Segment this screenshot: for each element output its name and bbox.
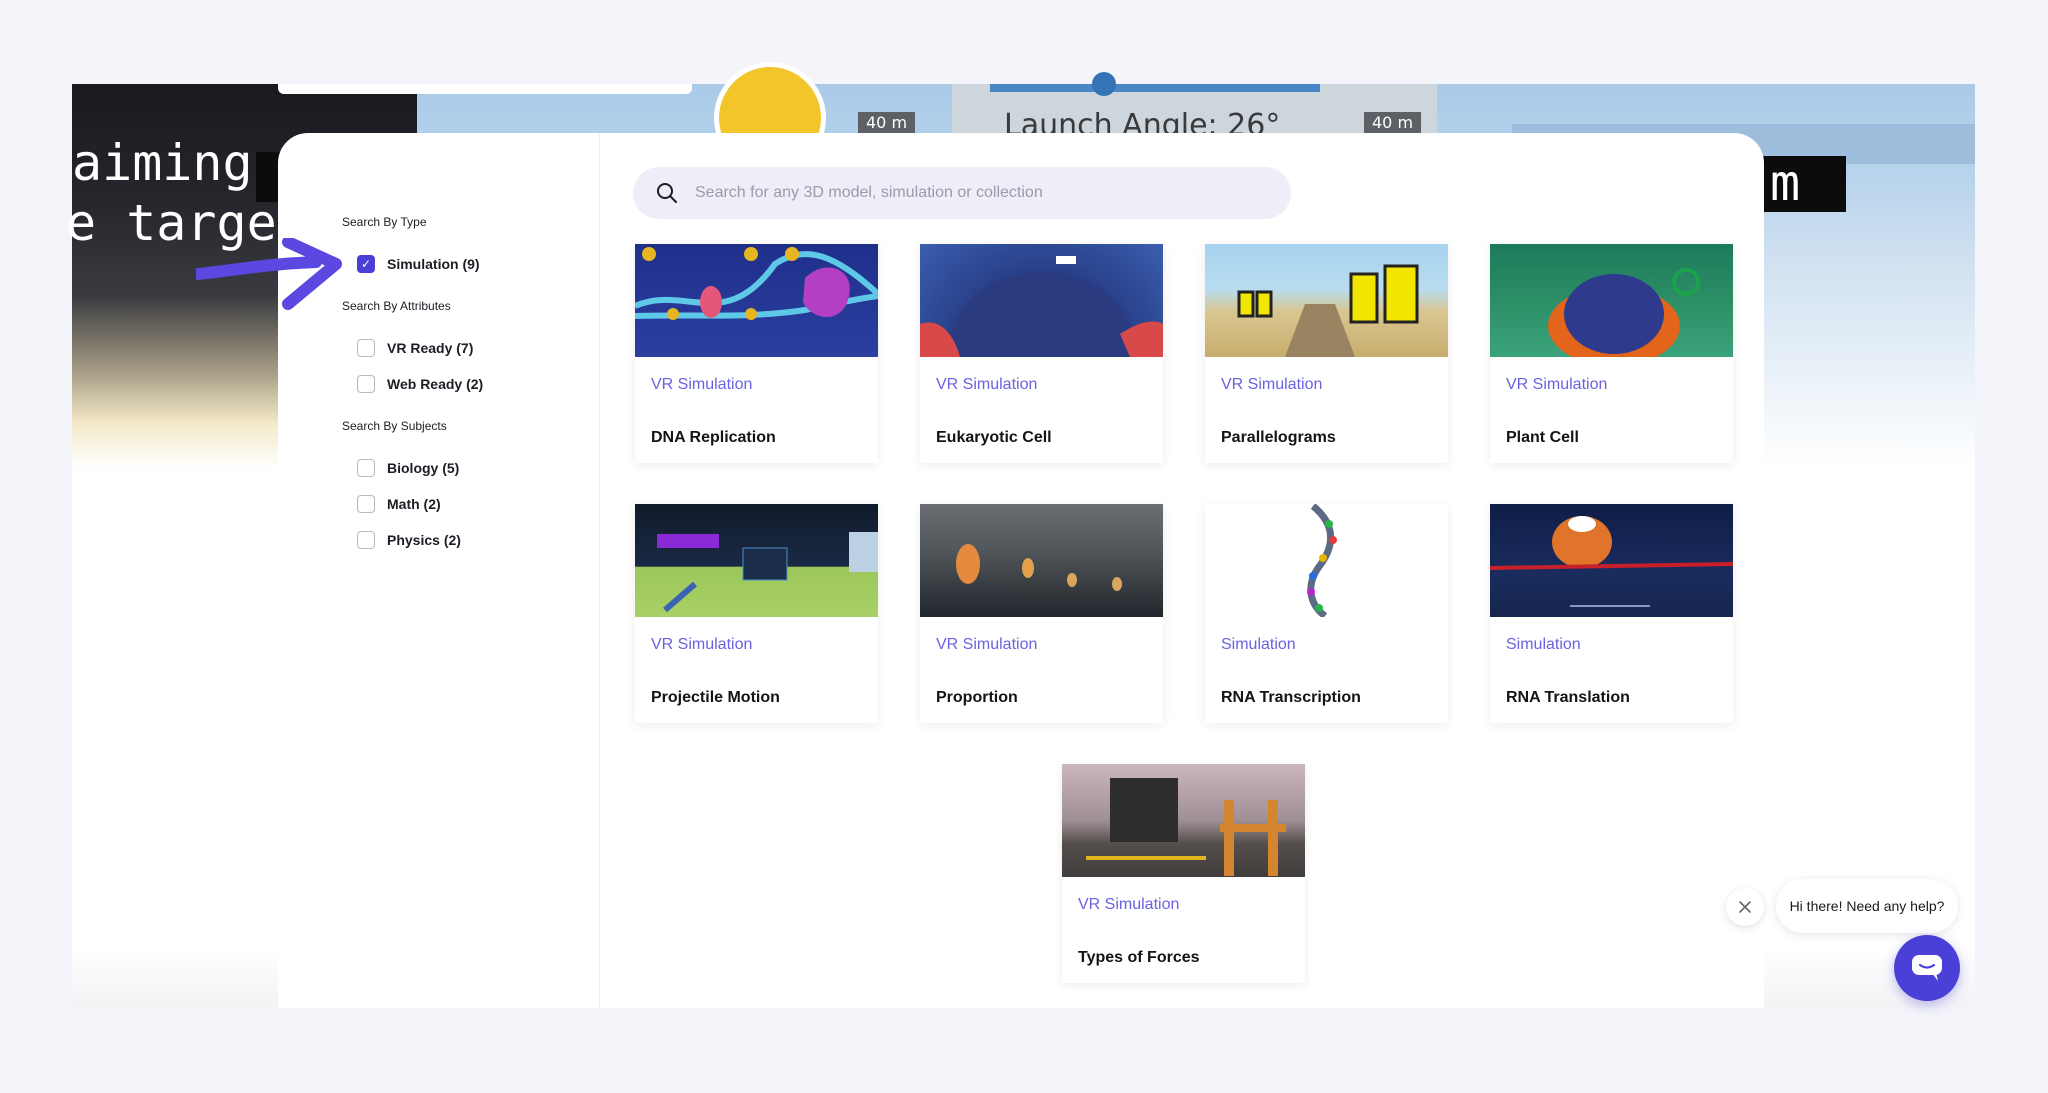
card-type-label: VR Simulation: [651, 636, 753, 653]
card-projectile-motion[interactable]: VR Simulation Projectile Motion: [635, 504, 878, 723]
top-bar-strip: [278, 84, 692, 94]
card-title: Plant Cell: [1506, 429, 1579, 446]
card-type-label: VR Simulation: [1078, 896, 1180, 913]
close-icon: [1739, 901, 1751, 913]
catalog-panel: Search By Type ✓ Simulation (9) Search B…: [278, 133, 1764, 1008]
search-input[interactable]: [695, 184, 1255, 202]
card-type-label: Simulation: [1221, 636, 1296, 653]
checkbox-checked[interactable]: ✓: [357, 255, 375, 273]
top-slider-knob: [1092, 72, 1116, 96]
card-type-label: VR Simulation: [936, 636, 1038, 653]
checkbox[interactable]: [357, 459, 375, 477]
card-title: RNA Transcription: [1221, 689, 1361, 706]
card-thumbnail: [635, 504, 878, 617]
checkbox[interactable]: [357, 339, 375, 357]
card-thumbnail: [920, 504, 1163, 617]
card-thumbnail: [1490, 244, 1733, 357]
card-rna-translation[interactable]: Simulation RNA Translation: [1490, 504, 1733, 723]
search-by-type-title: Search By Type: [342, 215, 427, 229]
card-thumbnail: [1205, 504, 1448, 617]
card-title: Parallelograms: [1221, 429, 1336, 446]
card-title: Proportion: [936, 689, 1018, 706]
search-bar[interactable]: [633, 167, 1291, 219]
distance-label: 40 m: [1364, 112, 1422, 133]
filter-simulation[interactable]: ✓ Simulation (9): [357, 255, 480, 273]
card-type-label: VR Simulation: [1221, 376, 1323, 393]
card-rna-transcription[interactable]: Simulation RNA Transcription: [1205, 504, 1448, 723]
filter-web-ready[interactable]: Web Ready (2): [357, 375, 483, 393]
filter-math[interactable]: Math (2): [357, 495, 441, 513]
card-thumbnail: [1062, 764, 1305, 877]
checkbox[interactable]: [357, 495, 375, 513]
card-type-label: Simulation: [1506, 636, 1581, 653]
chat-close-button[interactable]: [1726, 888, 1764, 926]
filter-physics[interactable]: Physics (2): [357, 531, 461, 549]
chat-greeting-bubble[interactable]: Hi there! Need any help?: [1776, 879, 1958, 933]
filter-biology[interactable]: Biology (5): [357, 459, 459, 477]
filter-label: VR Ready (7): [387, 340, 474, 356]
chat-icon: [1912, 955, 1942, 981]
card-eukaryotic-cell[interactable]: VR Simulation Eukaryotic Cell: [920, 244, 1163, 463]
checkbox[interactable]: [357, 531, 375, 549]
card-title: Types of Forces: [1078, 949, 1200, 966]
chat-greeting-text: Hi there! Need any help?: [1789, 898, 1945, 914]
filter-label: Web Ready (2): [387, 376, 484, 392]
card-type-label: VR Simulation: [936, 376, 1038, 393]
bg-text-right: m: [1770, 154, 1801, 212]
card-thumbnail: [1205, 244, 1448, 357]
chat-launcher-button[interactable]: [1894, 935, 1960, 1001]
card-title: Projectile Motion: [651, 689, 780, 706]
annotation-arrow-icon: [196, 238, 342, 310]
card-parallelograms[interactable]: VR Simulation Parallelograms: [1205, 244, 1448, 463]
bg-text-line1: aiming: [72, 134, 253, 192]
card-thumbnail: [635, 244, 878, 357]
filter-label: Physics (2): [387, 532, 461, 548]
card-type-label: VR Simulation: [651, 376, 753, 393]
filter-label: Math (2): [387, 496, 441, 512]
card-dna-replication[interactable]: VR Simulation DNA Replication: [635, 244, 878, 463]
card-title: Eukaryotic Cell: [936, 429, 1052, 446]
card-thumbnail: [920, 244, 1163, 357]
card-thumbnail: [1490, 504, 1733, 617]
card-proportion[interactable]: VR Simulation Proportion: [920, 504, 1163, 723]
filter-vr-ready[interactable]: VR Ready (7): [357, 339, 473, 357]
filter-label: Simulation (9): [387, 256, 480, 272]
card-title: RNA Translation: [1506, 689, 1630, 706]
search-by-subjects-title: Search By Subjects: [342, 419, 447, 433]
top-slider-track: [990, 84, 1320, 92]
search-by-attributes-title: Search By Attributes: [342, 299, 451, 313]
checkbox[interactable]: [357, 375, 375, 393]
search-icon: [657, 183, 677, 203]
card-type-label: VR Simulation: [1506, 376, 1608, 393]
card-types-of-forces[interactable]: VR Simulation Types of Forces: [1062, 764, 1305, 983]
distance-label: 40 m: [858, 112, 916, 133]
card-plant-cell[interactable]: VR Simulation Plant Cell: [1490, 244, 1733, 463]
filter-label: Biology (5): [387, 460, 460, 476]
card-title: DNA Replication: [651, 429, 776, 446]
check-icon: ✓: [360, 257, 372, 271]
